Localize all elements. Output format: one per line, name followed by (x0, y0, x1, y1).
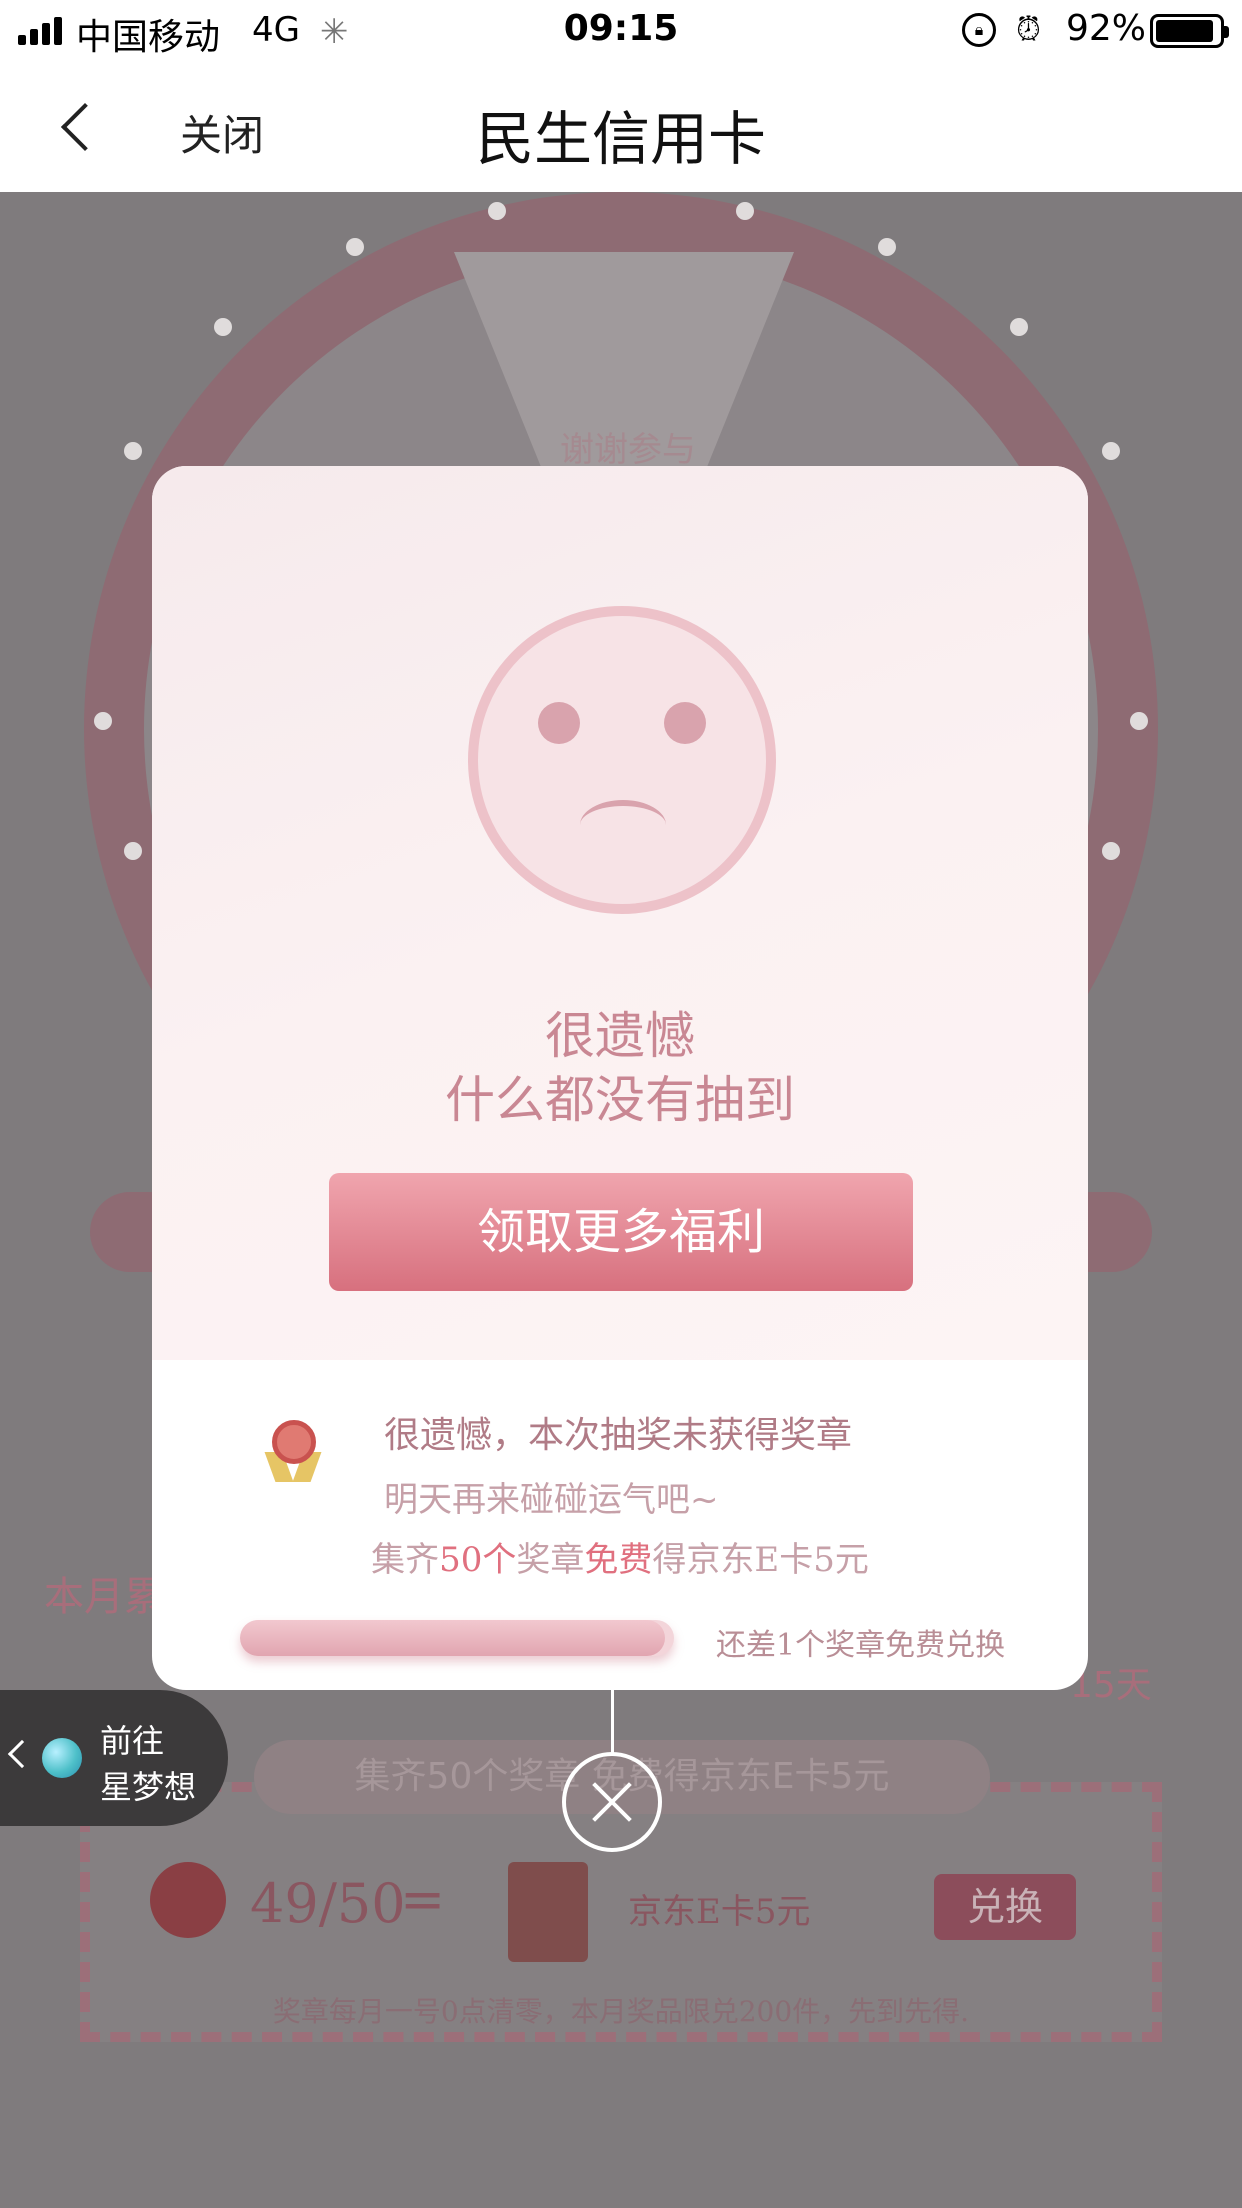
result-modal: 很遗憾 什么都没有抽到 领取更多福利 很遗憾，本次抽奖未获得奖章 明天再来碰碰运… (152, 466, 1088, 1690)
badge-progress-bar (240, 1620, 674, 1656)
collect-prefix: 集齐 (371, 1540, 440, 1580)
medal-icon (150, 1862, 226, 1938)
close-circle-icon[interactable] (562, 1752, 662, 1852)
sorry-title: 很遗憾 (545, 1007, 695, 1065)
pill-line2: 星梦想 (100, 1768, 197, 1806)
collect-info: 集齐50个奖章免费得京东E卡5元 (152, 1532, 1088, 1581)
monthly-text: 本月累 (44, 1574, 164, 1620)
collect-mid: 奖章 (516, 1540, 585, 1580)
collect-free: 免费 (584, 1540, 653, 1580)
medal-icon (264, 1420, 324, 1484)
battery-percent: 92% (1066, 8, 1147, 49)
battery-icon (1150, 14, 1229, 48)
wheel-segment-label: 谢谢参与 (560, 430, 696, 470)
status-time: 09:15 (563, 8, 679, 49)
badge-count: 49/50 (250, 1872, 406, 1935)
no-badge-message: 很遗憾，本次抽奖未获得奖章 (384, 1415, 853, 1456)
close-connector (611, 1690, 614, 1754)
equals-sign: = (400, 1868, 446, 1931)
alarm-icon: ⏰︎ (1016, 10, 1041, 48)
pill-line1: 前往 (100, 1722, 165, 1760)
collect-count: 50个 (439, 1540, 517, 1580)
sad-face-icon (468, 606, 776, 914)
prize-name: 京东E卡5元 (628, 1892, 811, 1932)
gift-card-image (508, 1862, 588, 1962)
badge-progress-fill (240, 1620, 666, 1656)
chevron-left-icon (7, 1739, 37, 1769)
sorry-subtitle: 什么都没有抽到 (445, 1071, 795, 1129)
progress-note: 还差1个奖章免费兑换 (716, 1628, 1006, 1663)
page-title: 民生信用卡 (475, 105, 766, 173)
status-bar: 中国移动 4G ✳ 09:15 🔒︎ ⏰︎ 92% (0, 0, 1242, 62)
go-to-dream-button[interactable]: 前往 星梦想 (0, 1690, 228, 1826)
redeem-button[interactable]: 兑换 (934, 1874, 1076, 1940)
nav-bar: 关闭 民生信用卡 (0, 62, 1242, 192)
try-tomorrow-message: 明天再来碰碰运气吧~ (384, 1480, 719, 1520)
modal-top: 很遗憾 什么都没有抽到 领取更多福利 (152, 466, 1088, 1360)
collect-suffix: 得京东E卡5元 (652, 1540, 869, 1580)
more-benefits-button[interactable]: 领取更多福利 (329, 1173, 913, 1291)
orb-icon (42, 1738, 82, 1778)
redeem-note: 奖章每月一号0点清零，本月奖品限兑200件，先到先得. (272, 1995, 970, 2028)
rotation-lock-icon: 🔒︎ (962, 13, 996, 47)
